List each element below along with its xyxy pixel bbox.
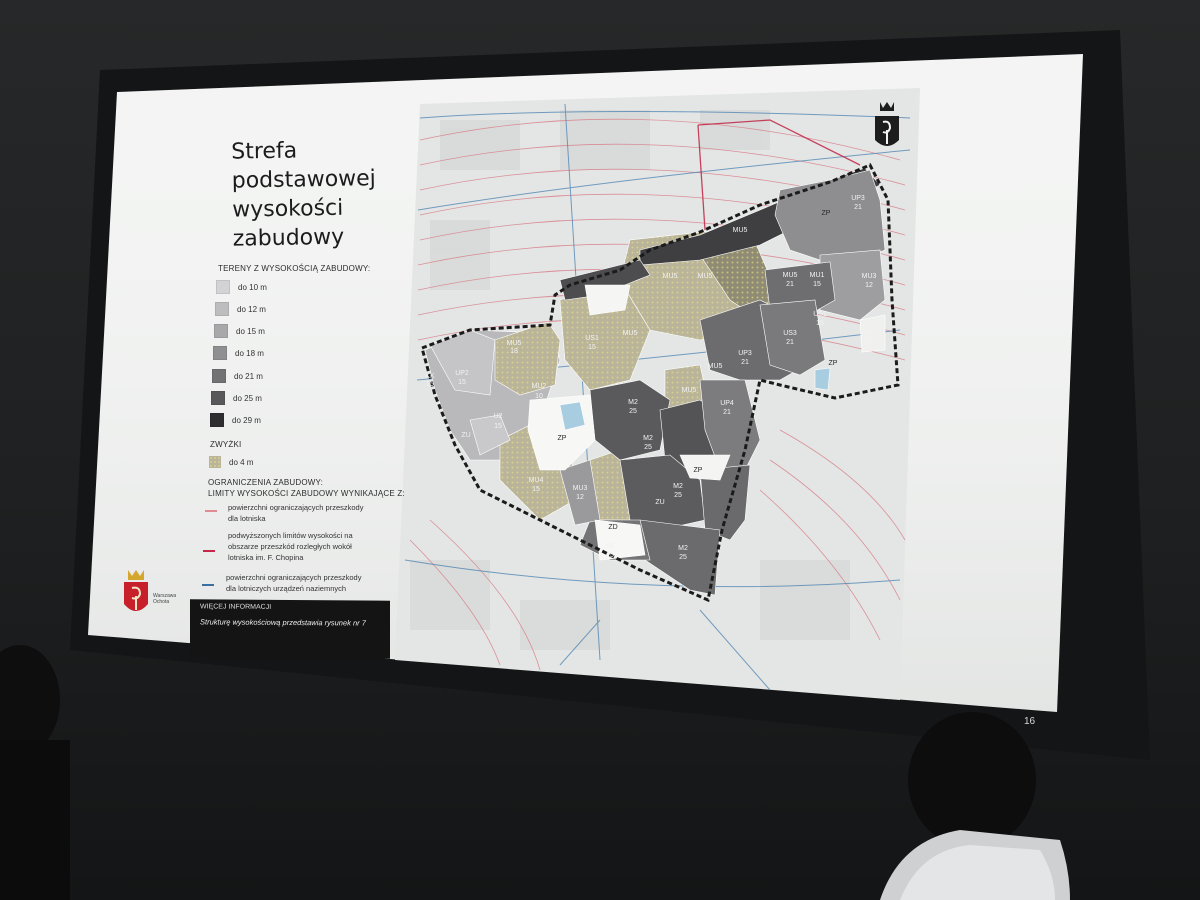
audience-silhouettes [0,645,1070,900]
audience-member-left [0,645,70,900]
audience-member-right [880,712,1070,900]
